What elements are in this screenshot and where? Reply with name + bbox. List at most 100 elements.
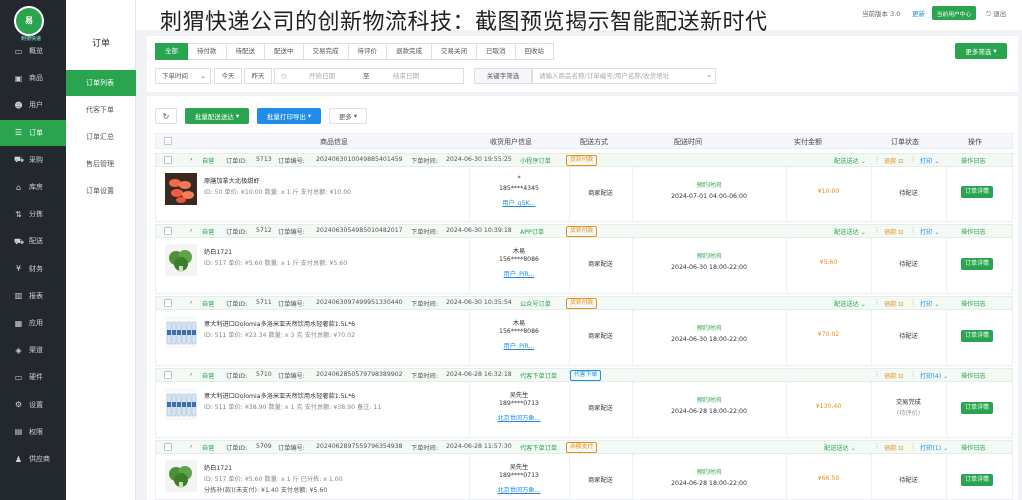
submenu-item-1[interactable]: 订单列表 <box>66 70 136 96</box>
ship-action-link[interactable]: 配送送达 ⌄ <box>824 443 856 452</box>
tab-1[interactable]: 全部 <box>155 43 188 60</box>
nav-item-11[interactable]: ▦ 应用 <box>0 310 66 336</box>
nav-item-6[interactable]: ⌂ 库房 <box>0 174 66 200</box>
nav-item-4[interactable]: ☰ 订单 <box>0 119 66 146</box>
order-no-label: 订单编号: <box>278 445 305 452</box>
nav-item-13[interactable]: ▭ 硬件 <box>0 364 66 390</box>
nav-item-1[interactable]: ▭ 概览 <box>0 38 66 64</box>
print-link[interactable]: 打印 ⌄ <box>920 156 940 165</box>
receiver-user-link[interactable]: 用户_PiR... <box>486 341 552 350</box>
submenu-item-5[interactable]: 订单设置 <box>66 178 136 204</box>
print-link[interactable]: 打印 ⌄ <box>920 299 940 308</box>
order-id-label: 订单ID: <box>226 301 248 308</box>
product-name[interactable]: 奶白1721 <box>204 463 232 472</box>
chevron-down-icon: ⌄ <box>858 229 866 236</box>
today-button[interactable]: 今天 <box>214 68 242 84</box>
ship-action-link[interactable]: 配送送达 ⌄ <box>834 299 866 308</box>
refund-label: 退款 <box>884 229 897 236</box>
refund-link[interactable]: 退款 ⊡ <box>884 371 904 380</box>
nav-item-2[interactable]: ▣ 商品 <box>0 65 66 91</box>
more-filter-button[interactable]: 更多筛选 ▾ <box>955 43 1007 59</box>
product-name[interactable]: 意大利进口Dolomia多洛米亚天然饮用水轻奢款1.5L*6 <box>204 391 355 400</box>
tab-4[interactable]: 配送中 <box>265 43 304 60</box>
tab-10[interactable]: 回收站 <box>515 43 554 60</box>
time-type-select[interactable]: 下单时间 ⌄ <box>155 68 211 84</box>
tab-6[interactable]: 待评价 <box>348 43 387 60</box>
logout-link[interactable]: ⎋ 退出 <box>986 8 1006 19</box>
print-link[interactable]: 打印 ⌄ <box>920 227 940 236</box>
expand-chevron-icon[interactable]: › <box>190 156 192 163</box>
nav-item-10[interactable]: ▥ 报表 <box>0 283 66 309</box>
nav-item-14[interactable]: ⚙ 设置 <box>0 392 66 418</box>
expand-chevron-icon[interactable]: › <box>190 299 192 306</box>
receiver-user-link[interactable]: 用户_g5K... <box>486 198 552 207</box>
order-detail-button[interactable]: 订单详情 <box>961 258 993 270</box>
nav-item-3[interactable]: ☻ 用户 <box>0 92 66 118</box>
operation-log-link[interactable]: 操作日志 <box>961 371 986 380</box>
update-link[interactable]: 更新 <box>912 8 925 18</box>
order-detail-button[interactable]: 订单详情 <box>961 186 993 198</box>
operation-log-link[interactable]: 操作日志 <box>961 227 986 236</box>
submenu-item-3[interactable]: 订单汇总 <box>66 124 136 150</box>
batch-ship-button[interactable]: 批量配送送达 ▾ <box>185 108 249 124</box>
expand-chevron-icon[interactable]: › <box>190 371 192 378</box>
product-name[interactable]: 意大利进口Dolomia多洛米亚天然饮用水轻奢款1.5L*6 <box>204 319 355 328</box>
expand-chevron-icon[interactable]: › <box>190 443 192 450</box>
tab-7[interactable]: 退款完成 <box>387 43 432 60</box>
receiver-user-link[interactable]: 用户_PiR... <box>486 269 552 278</box>
expand-chevron-icon[interactable]: › <box>190 227 192 234</box>
more-actions-button[interactable]: 更多 ▾ <box>329 108 367 124</box>
print-link[interactable]: 打印(4) ⌄ <box>920 371 948 380</box>
product-name[interactable]: 奶白1721 <box>204 247 232 256</box>
tab-5[interactable]: 交易完成 <box>303 43 349 60</box>
order-checkbox[interactable] <box>164 156 172 164</box>
keyword-type-select[interactable]: 关键字筛选 <box>474 68 532 84</box>
operation-log-link[interactable]: 操作日志 <box>961 156 986 165</box>
user-center-button[interactable]: 当前用户中心 <box>932 6 976 20</box>
order-status: 待配送 <box>899 333 918 340</box>
batch-print-button[interactable]: 批量打印导出 ▾ <box>257 108 321 124</box>
refund-link[interactable]: 退款 ⊡ <box>884 227 904 236</box>
tab-8[interactable]: 交易关闭 <box>432 43 477 60</box>
ship-action-link[interactable]: 配送送达 ⌄ <box>834 156 866 165</box>
nav-item-8[interactable]: ⛟ 配送 <box>0 228 66 254</box>
order-checkbox[interactable] <box>164 443 172 451</box>
order-detail-button[interactable]: 订单详情 <box>961 474 993 486</box>
order-detail-button[interactable]: 订单详情 <box>961 402 993 414</box>
submenu-item-2[interactable]: 代客下单 <box>66 97 136 123</box>
brand-logo[interactable]: 易 <box>14 6 44 36</box>
nav-item-7[interactable]: ⇅ 分拣 <box>0 201 66 227</box>
operation-log-link[interactable]: 操作日志 <box>961 443 986 452</box>
submenu-item-4[interactable]: 售后管理 <box>66 151 136 177</box>
tab-2[interactable]: 待付款 <box>188 43 227 60</box>
select-all-checkbox[interactable] <box>164 137 172 145</box>
date-range-picker[interactable]: ◷ 开始日期 至 结束日期 <box>274 68 464 84</box>
print-link[interactable]: 打印(1) ⌄ <box>920 443 948 452</box>
nav-item-15[interactable]: ▤ 权限 <box>0 419 66 445</box>
keyword-search-input[interactable]: 请输入商品名称/订单编号/用户名称/收货地址 ⌕ <box>532 68 716 84</box>
ship-action-link[interactable]: 配送送达 ⌄ <box>834 227 866 236</box>
receiver-user-link[interactable]: 北京世间万象... <box>486 413 552 422</box>
receiver-phone: 185****4345 <box>499 185 539 192</box>
product-name[interactable]: 原膳加拿大北极甜虾 <box>204 176 260 185</box>
nav-item-5[interactable]: ⛟ 采购 <box>0 147 66 173</box>
order-checkbox[interactable] <box>164 299 172 307</box>
refresh-button[interactable]: ↻ <box>155 108 177 124</box>
nav-item-16[interactable]: ♟ 供应商 <box>0 446 66 472</box>
tab-3[interactable]: 待配送 <box>226 43 265 60</box>
tab-9[interactable]: 已取消 <box>477 43 516 60</box>
nav-item-9[interactable]: ¥ 财务 <box>0 256 66 282</box>
refund-link[interactable]: 退款 ⊡ <box>884 443 904 452</box>
order-checkbox[interactable] <box>164 371 172 379</box>
order-no: 2024063097499951330440 <box>316 299 403 306</box>
receiver-user-link[interactable]: 北京世间万象... <box>486 485 552 494</box>
refund-link[interactable]: 退款 ⊡ <box>884 299 904 308</box>
logout-icon: ⎋ <box>986 10 992 18</box>
refund-link[interactable]: 退款 ⊡ <box>884 156 904 165</box>
order-detail-button[interactable]: 订单详情 <box>961 330 993 342</box>
yesterday-button[interactable]: 昨天 <box>244 68 272 84</box>
nav-item-12[interactable]: ◈ 渠道 <box>0 337 66 363</box>
order-checkbox[interactable] <box>164 227 172 235</box>
operation-log-link[interactable]: 操作日志 <box>961 299 986 308</box>
order-time-label: 下单时间: <box>411 445 438 452</box>
